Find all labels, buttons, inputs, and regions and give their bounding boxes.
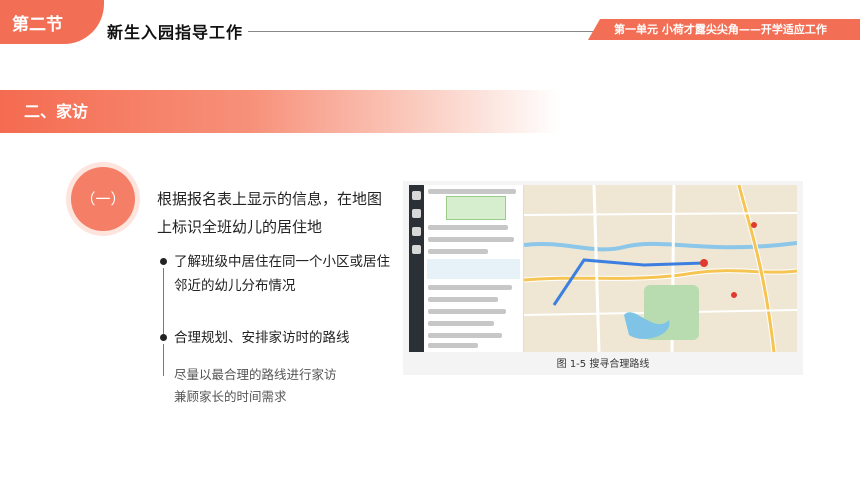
map-screenshot bbox=[409, 185, 797, 352]
figure-caption: 图 1-5 搜寻合理路线 bbox=[556, 359, 650, 370]
point-1-text: 了解班级中居住在同一个小区或居住邻近的幼儿分布情况 bbox=[174, 254, 390, 294]
point-2-text: 合理规划、安排家访时的路线 bbox=[174, 330, 350, 346]
map-view bbox=[523, 185, 797, 352]
panel-row bbox=[428, 285, 512, 290]
title-divider bbox=[248, 31, 598, 32]
route-panel bbox=[424, 185, 524, 352]
panel-row bbox=[428, 297, 498, 302]
panel-row bbox=[428, 237, 514, 242]
panel-row bbox=[428, 225, 508, 230]
section-badge: 第二节 bbox=[0, 0, 104, 44]
item-number: （一） bbox=[80, 190, 126, 208]
item-number-badge: （一） bbox=[71, 167, 135, 231]
item-main-text: 根据报名表上显示的信息，在地图上标识全班幼儿的居住地 bbox=[157, 190, 383, 236]
app-sidebar bbox=[409, 185, 424, 352]
bullet-dot bbox=[160, 334, 167, 341]
bullet-dot bbox=[160, 258, 167, 265]
unit-label: 第一单元 小荷才露尖尖角——开学适应工作 bbox=[614, 23, 827, 36]
bus-icon bbox=[412, 227, 421, 236]
panel-row bbox=[428, 249, 488, 254]
section-banner: 二、家访 bbox=[0, 90, 560, 133]
map-figure: 图 1-5 搜寻合理路线 bbox=[403, 181, 803, 375]
panel-row bbox=[428, 343, 478, 348]
panel-row bbox=[428, 333, 502, 338]
route-selected bbox=[427, 259, 520, 279]
search-icon bbox=[412, 191, 421, 200]
banner-label: 二、家访 bbox=[24, 102, 89, 121]
star-icon bbox=[412, 245, 421, 254]
panel-row bbox=[428, 189, 516, 194]
item-sub-text: 尽量以最合理的路线进行家访兼顾家长的时间需求 bbox=[174, 367, 337, 404]
panel-row bbox=[428, 309, 506, 314]
route-input-box bbox=[446, 196, 506, 220]
panel-row bbox=[428, 321, 494, 326]
map-graphic bbox=[523, 185, 797, 352]
route-icon bbox=[412, 209, 421, 218]
bullet-connector bbox=[163, 268, 164, 334]
bullet-connector bbox=[163, 344, 164, 376]
section-label: 第二节 bbox=[12, 14, 63, 35]
page-title: 新生入园指导工作 bbox=[107, 23, 244, 42]
unit-tag: 第一单元 小荷才露尖尖角——开学适应工作 bbox=[588, 19, 860, 40]
